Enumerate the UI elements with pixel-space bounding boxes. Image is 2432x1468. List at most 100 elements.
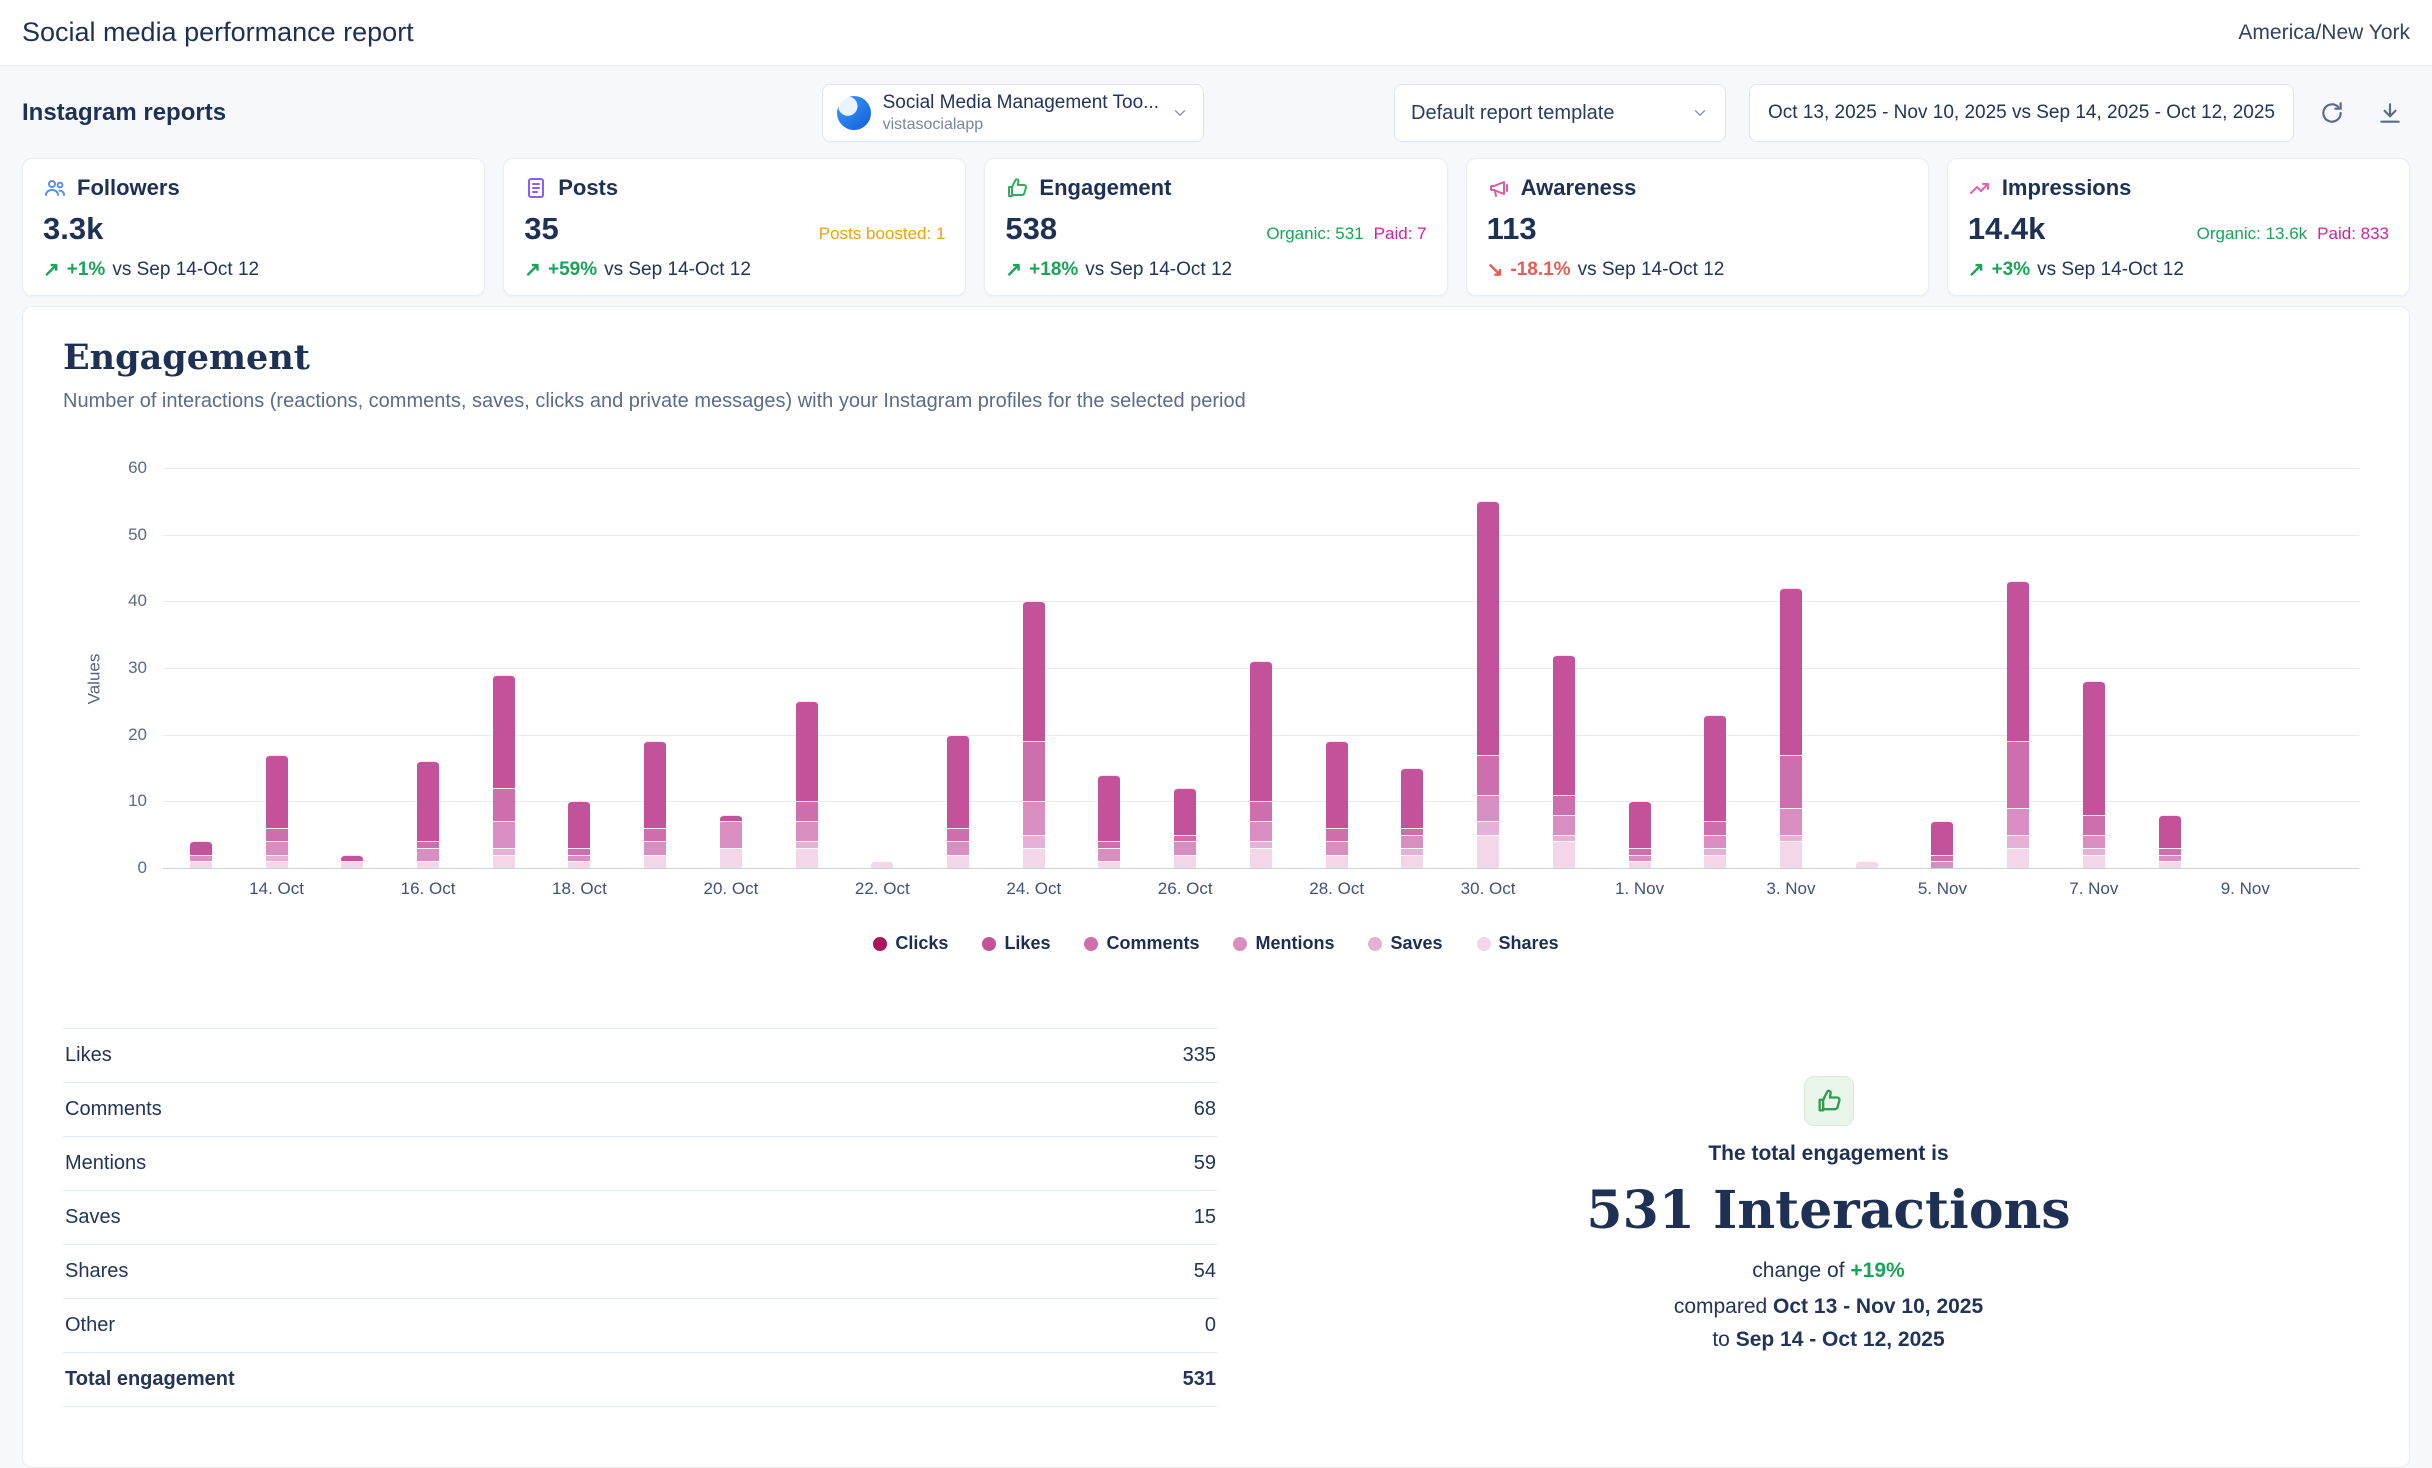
engagement-chart: Values 0102030405060	[63, 469, 2369, 869]
bar-column[interactable]	[390, 469, 466, 868]
table-row-value: 54	[1194, 1260, 1216, 1283]
bar-segment-mentions	[1780, 808, 1802, 835]
bar-segment-mentions	[1250, 821, 1272, 841]
x-axis-label: 5. Nov	[1905, 879, 1981, 899]
bar-segment-saves	[493, 848, 515, 855]
bar-column[interactable]	[466, 469, 542, 868]
bar-column[interactable]	[1223, 469, 1299, 868]
x-axis-label: 24. Oct	[996, 879, 1072, 899]
bar-column[interactable]	[844, 469, 920, 868]
summary-change-value: +19%	[1850, 1259, 1904, 1282]
bar-column[interactable]	[693, 469, 769, 868]
timezone-label: America/New York	[2238, 21, 2410, 45]
bar-column[interactable]	[542, 469, 618, 868]
stat-card-compare: vs Sep 14-Oct 12	[112, 259, 259, 281]
organic-label: Organic: 531	[1266, 224, 1363, 244]
stat-card-change: +3%	[1992, 259, 2031, 281]
bar-segment-likes	[1023, 601, 1045, 741]
table-row: Likes335	[63, 1029, 1218, 1083]
x-axis-label: 20. Oct	[693, 879, 769, 899]
profile-name: Social Media Management Too...	[883, 92, 1159, 115]
x-axis-label	[1677, 879, 1753, 899]
bar-segment-comments	[947, 828, 969, 841]
y-axis-label: Values	[84, 654, 104, 705]
x-axis-label	[1072, 879, 1148, 899]
bar-column[interactable]	[1147, 469, 1223, 868]
legend-label: Clicks	[895, 933, 948, 954]
legend-item-saves[interactable]: Saves	[1368, 933, 1442, 954]
bar-segment-shares	[417, 861, 439, 868]
table-row: Other0	[63, 1299, 1218, 1353]
bar-column[interactable]	[1526, 469, 1602, 868]
bar-column[interactable]	[2283, 469, 2359, 868]
bar-segment-comments	[2007, 741, 2029, 808]
bar-segment-likes	[1098, 775, 1120, 842]
trend-down-icon: ↘	[1487, 260, 1504, 280]
x-axis-label: 3. Nov	[1753, 879, 1829, 899]
engagement-breakdown: Likes335Comments68Mentions59Saves15Share…	[63, 1028, 2369, 1407]
legend-dot	[1084, 937, 1098, 951]
legend-item-likes[interactable]: Likes	[982, 933, 1050, 954]
bar-column[interactable]	[617, 469, 693, 868]
bar-segment-likes	[1477, 501, 1499, 754]
bar-segment-mentions	[947, 841, 969, 854]
bar-column[interactable]	[769, 469, 845, 868]
stat-card-title: Followers	[77, 175, 180, 201]
engagement-title: Engagement	[63, 337, 2369, 378]
bar-column[interactable]	[920, 469, 996, 868]
x-axis-label: 28. Oct	[1299, 879, 1375, 899]
bar-column[interactable]	[1905, 469, 1981, 868]
bar-column[interactable]	[996, 469, 1072, 868]
download-button[interactable]	[2370, 93, 2410, 133]
legend-item-mentions[interactable]: Mentions	[1233, 933, 1334, 954]
bar-segment-comments	[2159, 848, 2181, 855]
bar-column[interactable]	[2056, 469, 2132, 868]
bar-column[interactable]	[1753, 469, 1829, 868]
bar-column[interactable]	[1677, 469, 1753, 868]
legend-item-clicks[interactable]: Clicks	[873, 933, 948, 954]
legend-item-shares[interactable]: Shares	[1477, 933, 1559, 954]
stat-card-title: Engagement	[1039, 175, 1171, 201]
bar-column[interactable]	[1602, 469, 1678, 868]
report-template-select[interactable]: Default report template	[1394, 84, 1726, 142]
bar-column[interactable]	[163, 469, 239, 868]
bar-segment-saves	[266, 855, 288, 862]
stat-card-awareness: Awareness 113 ↘ -18.1% vs Sep 14-Oct 12	[1466, 158, 1929, 296]
summary-lead: The total engagement is	[1288, 1142, 2369, 1166]
legend-item-comments[interactable]: Comments	[1084, 933, 1199, 954]
profile-selector[interactable]: Social Media Management Too... vistasoci…	[822, 84, 1204, 142]
bar-column[interactable]	[1829, 469, 1905, 868]
bar-column[interactable]	[2207, 469, 2283, 868]
bar-segment-likes	[568, 801, 590, 848]
bar-column[interactable]	[314, 469, 390, 868]
bar-segment-likes	[720, 815, 742, 822]
bar-segment-likes	[266, 755, 288, 828]
bar-segment-likes	[796, 701, 818, 801]
legend-dot	[1368, 937, 1382, 951]
report-template-value: Default report template	[1411, 102, 1614, 125]
date-range-button[interactable]: Oct 13, 2025 - Nov 10, 2025 vs Sep 14, 2…	[1749, 84, 2294, 142]
x-axis-label: 22. Oct	[844, 879, 920, 899]
bar-columns	[163, 469, 2359, 868]
bar-segment-mentions	[190, 855, 212, 862]
bar-segment-saves	[1780, 835, 1802, 842]
chart-plot-area: 0102030405060	[163, 469, 2359, 869]
stat-card-compare: vs Sep 14-Oct 12	[1578, 259, 1725, 281]
bar-segment-likes	[1704, 715, 1726, 822]
bar-column[interactable]	[2132, 469, 2208, 868]
bar-column[interactable]	[1375, 469, 1451, 868]
table-row-value: 0	[1205, 1314, 1216, 1337]
bar-segment-mentions	[493, 821, 515, 848]
bar-column[interactable]	[1450, 469, 1526, 868]
bar-column[interactable]	[1980, 469, 2056, 868]
stat-card-value: 113	[1487, 211, 1537, 247]
refresh-button[interactable]	[2312, 93, 2352, 133]
bar-segment-shares	[1477, 835, 1499, 868]
bar-column[interactable]	[1072, 469, 1148, 868]
bar-segment-saves	[1477, 821, 1499, 834]
bar-segment-comments	[1931, 855, 1953, 862]
y-tick-label: 20	[128, 725, 147, 745]
legend-label: Likes	[1004, 933, 1050, 954]
bar-column[interactable]	[239, 469, 315, 868]
bar-column[interactable]	[1299, 469, 1375, 868]
